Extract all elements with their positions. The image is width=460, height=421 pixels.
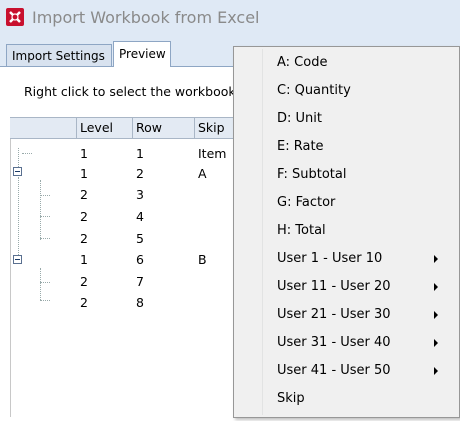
tree-line (40, 216, 50, 217)
cell-level: 2 (80, 209, 88, 224)
cell-level: 2 (80, 274, 88, 289)
cell-row: 5 (136, 231, 144, 246)
menu-item-subtotal[interactable]: F: Subtotal (234, 161, 459, 189)
menu-item-label: User 41 - User 50 (277, 363, 391, 378)
title-bar: Import Workbook from Excel (0, 0, 460, 37)
cell-level: 2 (80, 295, 88, 310)
cell-level: 1 (80, 166, 88, 181)
menu-item-total[interactable]: H: Total (234, 217, 459, 245)
menu-item-factor[interactable]: G: Factor (234, 189, 459, 217)
submenu-arrow-icon (434, 283, 438, 291)
menu-item-label: H: Total (277, 223, 326, 238)
window-title: Import Workbook from Excel (32, 8, 260, 27)
submenu-arrow-icon (434, 255, 438, 263)
cell-row: 2 (136, 166, 144, 181)
tab-import-settings[interactable]: Import Settings (6, 44, 112, 66)
column-header-row[interactable]: Row (136, 120, 162, 135)
cell-row: 7 (136, 274, 144, 289)
cell-row: 3 (136, 187, 144, 202)
menu-item-user-11-20[interactable]: User 11 - User 20 (234, 273, 459, 301)
cell-level: 1 (80, 146, 88, 161)
menu-item-label: A: Code (277, 55, 328, 70)
menu-item-user-41-50[interactable]: User 41 - User 50 (234, 357, 459, 385)
menu-item-code[interactable]: A: Code (234, 49, 459, 77)
column-header-level[interactable]: Level (80, 120, 113, 135)
menu-item-label: C: Quantity (277, 83, 351, 98)
cell-row: 6 (136, 252, 144, 267)
menu-item-label: D: Unit (277, 111, 322, 126)
tree-line (40, 238, 50, 239)
menu-item-label: User 21 - User 30 (277, 307, 391, 322)
tree-line (40, 195, 50, 196)
tab-preview[interactable]: Preview (113, 41, 171, 67)
preview-grid[interactable] (10, 117, 247, 417)
menu-item-label: Skip (277, 391, 305, 406)
tree-line (40, 268, 41, 300)
submenu-arrow-icon (434, 311, 438, 319)
tree-line (40, 180, 41, 240)
cell-level: 2 (80, 187, 88, 202)
cell-skip: Item (198, 146, 227, 161)
cell-row: 1 (136, 146, 144, 161)
collapse-toggle-icon[interactable] (13, 167, 22, 176)
column-header-skip[interactable]: Skip (198, 120, 225, 135)
preview-hint-text: Right click to select the workbook c (24, 84, 247, 99)
menu-item-quantity[interactable]: C: Quantity (234, 77, 459, 105)
cell-level: 1 (80, 252, 88, 267)
tree-line (18, 148, 19, 167)
tree-line (18, 177, 19, 257)
submenu-arrow-icon (434, 367, 438, 375)
cell-skip: B (198, 252, 207, 267)
menu-item-label: F: Subtotal (277, 167, 347, 182)
tree-line (22, 153, 32, 154)
menu-item-user-1-10[interactable]: User 1 - User 10 (234, 245, 459, 273)
menu-item-skip[interactable]: Skip (234, 385, 459, 413)
grid-header: Level Row Skip (10, 117, 246, 139)
cell-row: 8 (136, 295, 144, 310)
menu-item-user-31-40[interactable]: User 31 - User 40 (234, 329, 459, 357)
menu-item-label: E: Rate (277, 139, 324, 154)
excel-import-icon (6, 8, 24, 26)
tree-line (40, 282, 50, 283)
menu-item-label: User 31 - User 40 (277, 335, 391, 350)
menu-item-unit[interactable]: D: Unit (234, 105, 459, 133)
submenu-arrow-icon (434, 339, 438, 347)
cell-level: 2 (80, 231, 88, 246)
menu-item-label: User 1 - User 10 (277, 251, 383, 266)
collapse-toggle-icon[interactable] (13, 255, 22, 264)
menu-item-rate[interactable]: E: Rate (234, 133, 459, 161)
context-menu: A: Code C: Quantity D: Unit E: Rate F: S… (233, 46, 460, 418)
cell-row: 4 (136, 209, 144, 224)
tree-line (40, 300, 50, 301)
menu-item-label: User 11 - User 20 (277, 279, 391, 294)
cell-skip: A (198, 166, 207, 181)
menu-item-label: G: Factor (277, 195, 336, 210)
menu-item-user-21-30[interactable]: User 21 - User 30 (234, 301, 459, 329)
